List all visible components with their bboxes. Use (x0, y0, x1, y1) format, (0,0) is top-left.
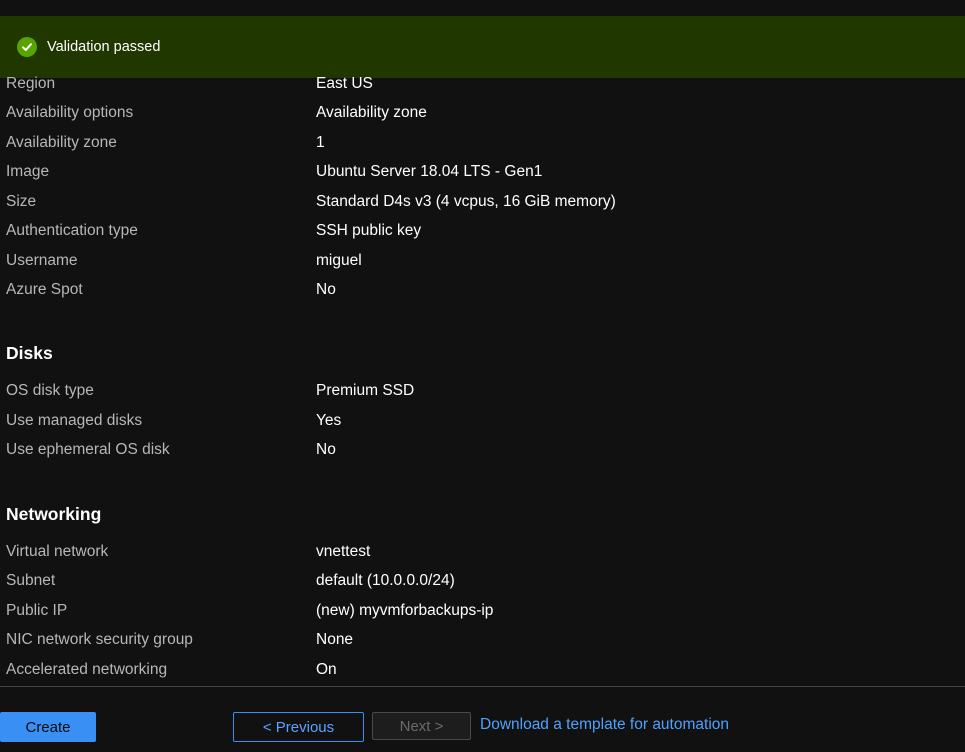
detail-label: Public IP (6, 602, 68, 619)
detail-row-username: Username miguel (0, 247, 965, 276)
detail-label: Accelerated networking (6, 661, 168, 678)
detail-value: Availability zone (316, 104, 427, 121)
detail-label: NIC network security group (6, 631, 193, 648)
detail-value: Yes (316, 412, 342, 429)
detail-label: Use managed disks (6, 412, 143, 429)
download-template-link[interactable]: Download a template for automation (480, 716, 729, 734)
detail-row-use-managed-disks: Use managed disks Yes (0, 407, 965, 436)
detail-label: Authentication type (6, 222, 138, 239)
detail-label: Use ephemeral OS disk (6, 441, 170, 458)
detail-label: Availability zone (6, 134, 117, 151)
detail-row-accelerated-networking: Accelerated networking On (0, 656, 965, 685)
detail-value: vnettest (316, 543, 371, 560)
detail-row-os-disk-type: OS disk type Premium SSD (0, 377, 965, 406)
detail-value: SSH public key (316, 222, 422, 239)
detail-value: On (316, 661, 337, 678)
detail-row-authentication-type: Authentication type SSH public key (0, 217, 965, 246)
detail-value: None (316, 631, 354, 648)
validation-banner: Validation passed (0, 16, 965, 78)
detail-label: Size (6, 193, 37, 210)
validation-message: Validation passed (47, 39, 161, 55)
detail-label: Virtual network (6, 543, 109, 560)
create-button[interactable]: Create (0, 712, 96, 742)
detail-label: Subnet (6, 572, 56, 589)
review-create-page: Validation passed Region East US Availab… (0, 0, 965, 752)
detail-row-use-ephemeral-os-disk: Use ephemeral OS disk No (0, 436, 965, 465)
detail-label: Username (6, 252, 78, 269)
checkmark-circle-icon (17, 37, 37, 57)
detail-row-subnet: Subnet default (10.0.0.0/24) (0, 567, 965, 596)
detail-label: Image (6, 163, 50, 180)
detail-row-nic-network-security-group: NIC network security group None (0, 626, 965, 655)
detail-row-azure-spot: Azure Spot No (0, 276, 965, 305)
detail-value: miguel (316, 252, 362, 269)
detail-value: No (316, 441, 336, 458)
detail-value: Premium SSD (316, 382, 415, 399)
detail-row-availability-zone: Availability zone 1 (0, 129, 965, 158)
detail-row-image: Image Ubuntu Server 18.04 LTS - Gen1 (0, 158, 965, 187)
section-heading-networking: Networking (6, 504, 102, 524)
detail-label: Azure Spot (6, 281, 83, 298)
detail-row-availability-options: Availability options Availability zone (0, 99, 965, 128)
detail-row-size: Size Standard D4s v3 (4 vcpus, 16 GiB me… (0, 188, 965, 217)
next-button: Next > (372, 712, 471, 740)
detail-row-virtual-network: Virtual network vnettest (0, 538, 965, 567)
detail-value: default (10.0.0.0/24) (316, 572, 455, 589)
detail-label: OS disk type (6, 382, 94, 399)
detail-value: No (316, 281, 336, 298)
footer-divider (0, 686, 965, 687)
detail-row-public-ip: Public IP (new) myvmforbackups-ip (0, 597, 965, 626)
previous-button[interactable]: < Previous (233, 712, 364, 742)
detail-value: Ubuntu Server 18.04 LTS - Gen1 (316, 163, 543, 180)
detail-value: East US (316, 75, 373, 92)
detail-row-region: Region East US (0, 70, 965, 99)
detail-value: Standard D4s v3 (4 vcpus, 16 GiB memory) (316, 193, 616, 210)
detail-value: 1 (316, 134, 325, 151)
detail-label: Availability options (6, 104, 134, 121)
section-heading-disks: Disks (6, 343, 53, 363)
detail-value: (new) myvmforbackups-ip (316, 602, 494, 619)
detail-label: Region (6, 75, 56, 92)
